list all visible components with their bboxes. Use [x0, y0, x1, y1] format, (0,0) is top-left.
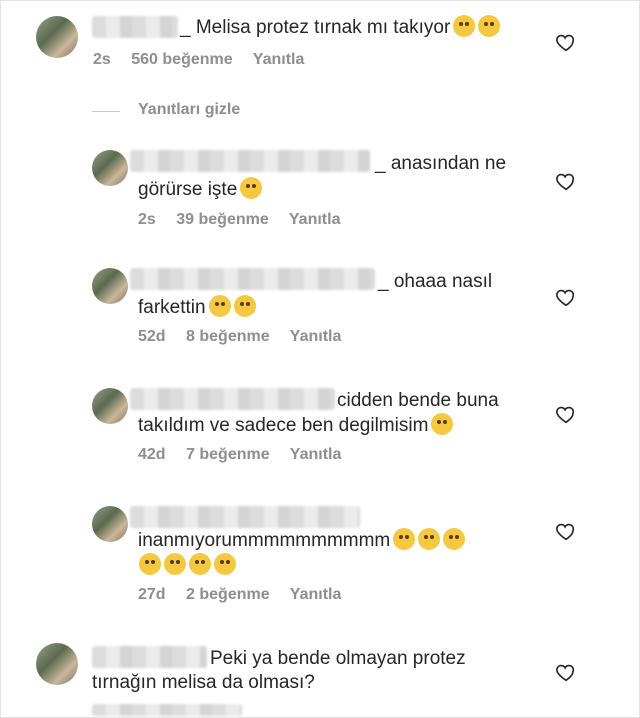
comment-text-line: _ ohaaa nasıl: [378, 271, 493, 292]
comment-time: 27d: [138, 586, 166, 603]
dizzy-face-emoji-icon: [443, 528, 466, 550]
comment-meta: 2s 39 beğenme Yanıtla: [138, 211, 356, 229]
reply-button[interactable]: Yanıtla: [253, 51, 305, 68]
heart-outline-icon[interactable]: [555, 31, 577, 53]
comment-text-line: tırnağın melisa da olması?: [92, 672, 315, 693]
comment-text: görürse işte: [138, 177, 263, 201]
emoji-row: [136, 553, 236, 577]
blurred-username: [130, 268, 375, 290]
comment-meta: 27d 2 beğenme Yanıtla: [138, 586, 357, 604]
comment-meta: 42d 7 beğenme Yanıtla: [138, 446, 357, 464]
avatar[interactable]: [92, 506, 128, 542]
person-emoji-icon: [240, 177, 263, 199]
comment-likes[interactable]: 39 beğenme: [176, 211, 268, 228]
laughing-emoji-icon: [431, 413, 454, 435]
blurred-username: [92, 646, 207, 668]
hide-replies-button[interactable]: Yanıtları gizle: [138, 101, 240, 119]
clapping-hands-emoji-icon: [233, 295, 256, 317]
avatar[interactable]: [92, 150, 128, 186]
clapping-hands-emoji-icon: [208, 295, 231, 317]
avatar[interactable]: [92, 388, 128, 424]
crying-emoji-icon: [453, 15, 476, 37]
blurred-meta: [92, 704, 242, 716]
comment-text-line: inanmıyorummmmmmmmmm: [138, 530, 391, 551]
heart-outline-icon[interactable]: [555, 403, 577, 425]
comment-time: 2s: [93, 51, 111, 68]
comment-text: takıldım ve sadece ben degilmisim: [138, 413, 454, 437]
dizzy-face-emoji-icon: [164, 553, 186, 575]
comment-text-line: Peki ya bende olmayan protez: [210, 648, 466, 669]
comment-text: inanmıyorummmmmmmmmm: [138, 528, 466, 552]
dizzy-face-emoji-icon: [418, 528, 441, 550]
heart-outline-icon[interactable]: [555, 661, 577, 683]
dizzy-face-emoji-icon: [189, 553, 211, 575]
blurred-username: [130, 388, 335, 410]
comment-time: 2s: [138, 211, 156, 228]
comment-text-line: görürse işte: [138, 179, 238, 200]
comment-time: 52d: [138, 328, 166, 345]
dizzy-face-emoji-icon: [214, 553, 236, 575]
comment-likes[interactable]: 7 beğenme: [186, 446, 270, 463]
comment-likes[interactable]: 2 beğenme: [186, 586, 270, 603]
heart-outline-icon[interactable]: [555, 520, 577, 542]
blurred-username: [130, 506, 360, 528]
heart-outline-icon[interactable]: [555, 286, 577, 308]
avatar[interactable]: [36, 643, 78, 685]
comment-text-line: _ Melisa protez tırnak mı takıyor: [180, 17, 451, 38]
comment-text-line: _ anasından ne: [375, 153, 507, 174]
dizzy-face-emoji-icon: [393, 528, 416, 550]
blurred-username: [92, 16, 178, 38]
dizzy-face-emoji-icon: [139, 553, 161, 575]
avatar[interactable]: [92, 268, 128, 304]
reply-button[interactable]: Yanıtla: [290, 586, 342, 603]
comment-text-line: cidden bende buna: [337, 390, 499, 411]
surprised-emoji-icon: [478, 15, 501, 37]
comment-text: _ Melisa protez tırnak mı takıyor: [180, 15, 501, 39]
comment-meta: 2s 560 beğenme Yanıtla: [93, 51, 320, 69]
comment-likes[interactable]: 8 beğenme: [186, 328, 270, 345]
reply-button[interactable]: Yanıtla: [290, 446, 342, 463]
comment-meta: 52d 8 beğenme Yanıtla: [138, 328, 357, 346]
comment-likes[interactable]: 560 beğenme: [131, 51, 232, 68]
reply-button[interactable]: Yanıtla: [290, 328, 342, 345]
blurred-username: [130, 150, 370, 172]
comment-text-line: farkettin: [138, 297, 206, 318]
reply-button[interactable]: Yanıtla: [289, 211, 341, 228]
screenshot-frame: [0, 0, 640, 718]
comment-time: 42d: [138, 446, 166, 463]
comment-text: farkettin: [138, 295, 256, 319]
comment-text-line: takıldım ve sadece ben degilmisim: [138, 415, 429, 436]
avatar[interactable]: [36, 16, 78, 58]
heart-outline-icon[interactable]: [555, 170, 577, 192]
hide-replies-line: [92, 111, 120, 112]
